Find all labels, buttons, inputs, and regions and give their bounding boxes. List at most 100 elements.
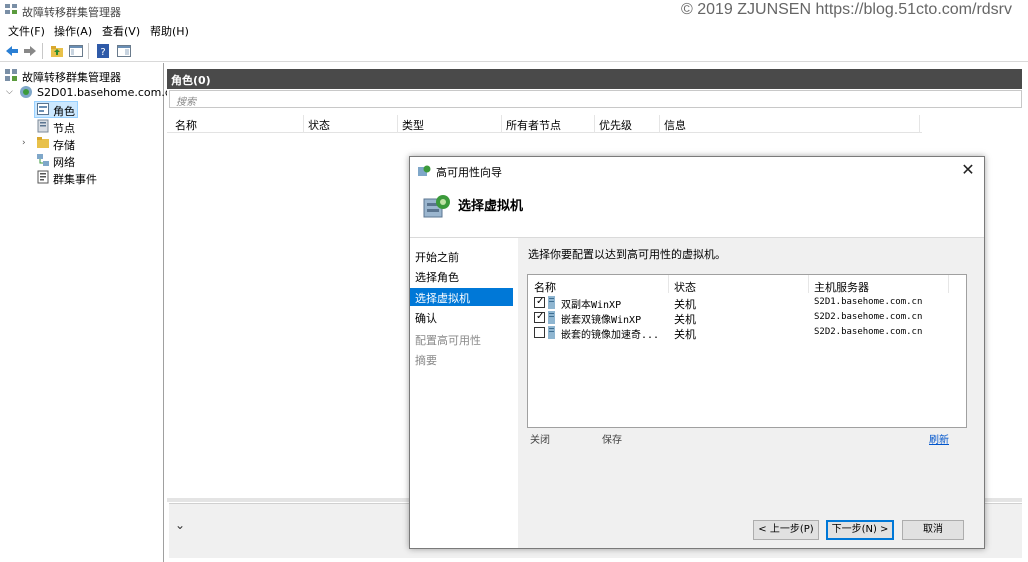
help-icon[interactable]: ?: [95, 43, 111, 59]
column-divider: [594, 115, 595, 133]
roles-icon: [37, 103, 49, 115]
column-divider: [948, 275, 949, 293]
step-configure-high-availability: 配置高可用性: [415, 334, 481, 347]
events-icon: [37, 170, 49, 184]
cluster-manager-icon: [5, 69, 17, 81]
vm-checkbox[interactable]: ✓: [534, 311, 545, 323]
toolbar-separator: [88, 43, 89, 59]
legend-off: 关闭: [530, 435, 550, 446]
step-before-you-begin[interactable]: 开始之前: [410, 247, 513, 265]
menu-file[interactable]: 文件(F): [8, 23, 45, 39]
vm-name: 嵌套的镜像加速奇...: [561, 330, 660, 341]
step-confirmation[interactable]: 确认: [410, 308, 513, 326]
wizard-steps: 开始之前 选择角色 选择虚拟机 确认 配置高可用性 摘要: [410, 238, 518, 548]
tree-item-label: 群集事件: [53, 173, 97, 186]
storage-icon: [37, 137, 49, 148]
column-divider: [808, 275, 809, 293]
menu-action[interactable]: 操作(A): [54, 23, 92, 39]
wizard-body: 选择你要配置以达到高可用性的虚拟机。 名称 状态 主机服务器 ✓ 双副本WinX…: [518, 238, 984, 548]
vm-checkbox[interactable]: [534, 327, 545, 338]
show-hide-tree-icon[interactable]: [68, 43, 84, 59]
tree-item-label: 网络: [53, 156, 75, 169]
vm-icon: [548, 326, 555, 339]
list-column-state[interactable]: 状态: [674, 279, 696, 295]
forward-arrow-icon[interactable]: [22, 43, 38, 59]
expand-chevron-icon[interactable]: ›: [22, 138, 26, 148]
tree-cluster-label: S2D01.basehome.com.cn: [37, 86, 178, 99]
vm-row[interactable]: ✓ 双副本WinXP 关机 S2D1.basehome.com.cn: [528, 295, 966, 311]
column-header-status[interactable]: 状态: [308, 117, 330, 133]
wizard-icon: [418, 165, 431, 176]
vm-name: 双副本WinXP: [561, 300, 622, 311]
tree-item-nodes[interactable]: 节点: [0, 118, 164, 135]
vm-host: S2D2.basehome.com.cn: [814, 312, 923, 322]
tree-root-label: 故障转移群集管理器: [22, 71, 121, 84]
column-header-owner-node[interactable]: 所有者节点: [506, 117, 561, 133]
column-header-information[interactable]: 信息: [664, 117, 686, 133]
navigation-tree: 故障转移群集管理器 ⌵ S2D01.basehome.com.cn 角色 节点 …: [0, 63, 178, 562]
vm-host: S2D2.basehome.com.cn: [814, 327, 923, 337]
up-folder-icon[interactable]: [49, 43, 65, 59]
tree-item-roles[interactable]: 角色: [0, 101, 164, 118]
vm-row[interactable]: 嵌套的镜像加速奇... 关机 S2D2.basehome.com.cn: [528, 325, 966, 341]
watermark: © 2019 ZJUNSEN https://blog.51cto.com/rd…: [680, 1, 1012, 18]
instruction-text: 选择你要配置以达到高可用性的虚拟机。: [528, 248, 726, 261]
list-column-name[interactable]: 名称: [534, 279, 556, 295]
next-button[interactable]: 下一步(N) >: [826, 520, 894, 540]
column-divider: [501, 115, 502, 133]
column-header-name[interactable]: 名称: [175, 117, 197, 133]
column-divider: [397, 115, 398, 133]
back-arrow-icon[interactable]: [4, 43, 20, 59]
toolbar-separator: [42, 43, 43, 59]
vm-row[interactable]: ✓ 嵌套双镜像WinXP 关机 S2D2.basehome.com.cn: [528, 310, 966, 326]
title-bar: 故障转移群集管理器 © 2019 ZJUNSEN https://blog.51…: [0, 0, 1028, 20]
dialog-title: 高可用性向导: [436, 166, 502, 179]
window-title: 故障转移群集管理器: [22, 6, 121, 19]
search-input[interactable]: 搜索: [169, 90, 1022, 108]
roles-header: 角色(0): [167, 69, 1022, 89]
column-header-priority[interactable]: 优先级: [599, 117, 632, 133]
properties-icon[interactable]: [116, 43, 132, 59]
list-column-host-server[interactable]: 主机服务器: [814, 279, 869, 295]
wizard-banner-icon: [423, 195, 450, 218]
dialog-heading: 选择虚拟机: [458, 199, 524, 214]
menu-view[interactable]: 查看(V): [102, 23, 140, 39]
tree-item-networks[interactable]: 网络: [0, 152, 164, 169]
step-select-role[interactable]: 选择角色: [410, 267, 513, 285]
refresh-link[interactable]: 刷新: [929, 431, 949, 446]
tree-item-label: 存储: [53, 139, 75, 152]
collapse-chevron-icon[interactable]: ⌵: [6, 87, 13, 97]
menu-bar: 文件(F) 操作(A) 查看(V) 帮助(H): [0, 21, 1028, 39]
nodes-icon: [37, 119, 49, 133]
cluster-manager-icon: [5, 4, 17, 14]
column-divider: [668, 275, 669, 293]
column-divider: [919, 115, 920, 133]
toolbar: ?: [0, 40, 1028, 62]
column-divider: [303, 115, 304, 133]
vm-state: 关机: [674, 328, 696, 341]
column-header-type[interactable]: 类型: [402, 117, 424, 133]
vm-list: 名称 状态 主机服务器 ✓ 双副本WinXP 关机 S2D1.basehome.…: [527, 274, 967, 428]
column-divider: [659, 115, 660, 133]
vm-icon: [548, 311, 555, 324]
vm-host: S2D1.basehome.com.cn: [814, 297, 923, 307]
vm-checkbox[interactable]: ✓: [534, 296, 545, 308]
vm-name: 嵌套双镜像WinXP: [561, 315, 642, 326]
chevron-down-icon[interactable]: ⌄: [175, 518, 185, 532]
vm-icon: [548, 296, 555, 309]
networks-icon: [37, 154, 49, 166]
tree-item-label: 节点: [53, 122, 75, 135]
tree-item-cluster-events[interactable]: 群集事件: [0, 169, 164, 186]
back-button[interactable]: < 上一步(P): [753, 520, 819, 540]
cluster-icon: [20, 86, 32, 98]
step-select-virtual-machine[interactable]: 选择虚拟机: [410, 288, 513, 306]
legend-saved: 保存: [602, 435, 622, 446]
cancel-button[interactable]: 取消: [902, 520, 964, 540]
tree-cluster[interactable]: ⌵ S2D01.basehome.com.cn: [0, 84, 178, 101]
step-summary: 摘要: [415, 354, 437, 367]
menu-help[interactable]: 帮助(H): [150, 23, 189, 39]
tree-root[interactable]: 故障转移群集管理器: [0, 67, 164, 84]
tree-item-storage[interactable]: › 存储: [0, 135, 164, 152]
close-icon[interactable]: ✕: [958, 160, 978, 180]
tree-item-label: 角色: [53, 105, 75, 118]
